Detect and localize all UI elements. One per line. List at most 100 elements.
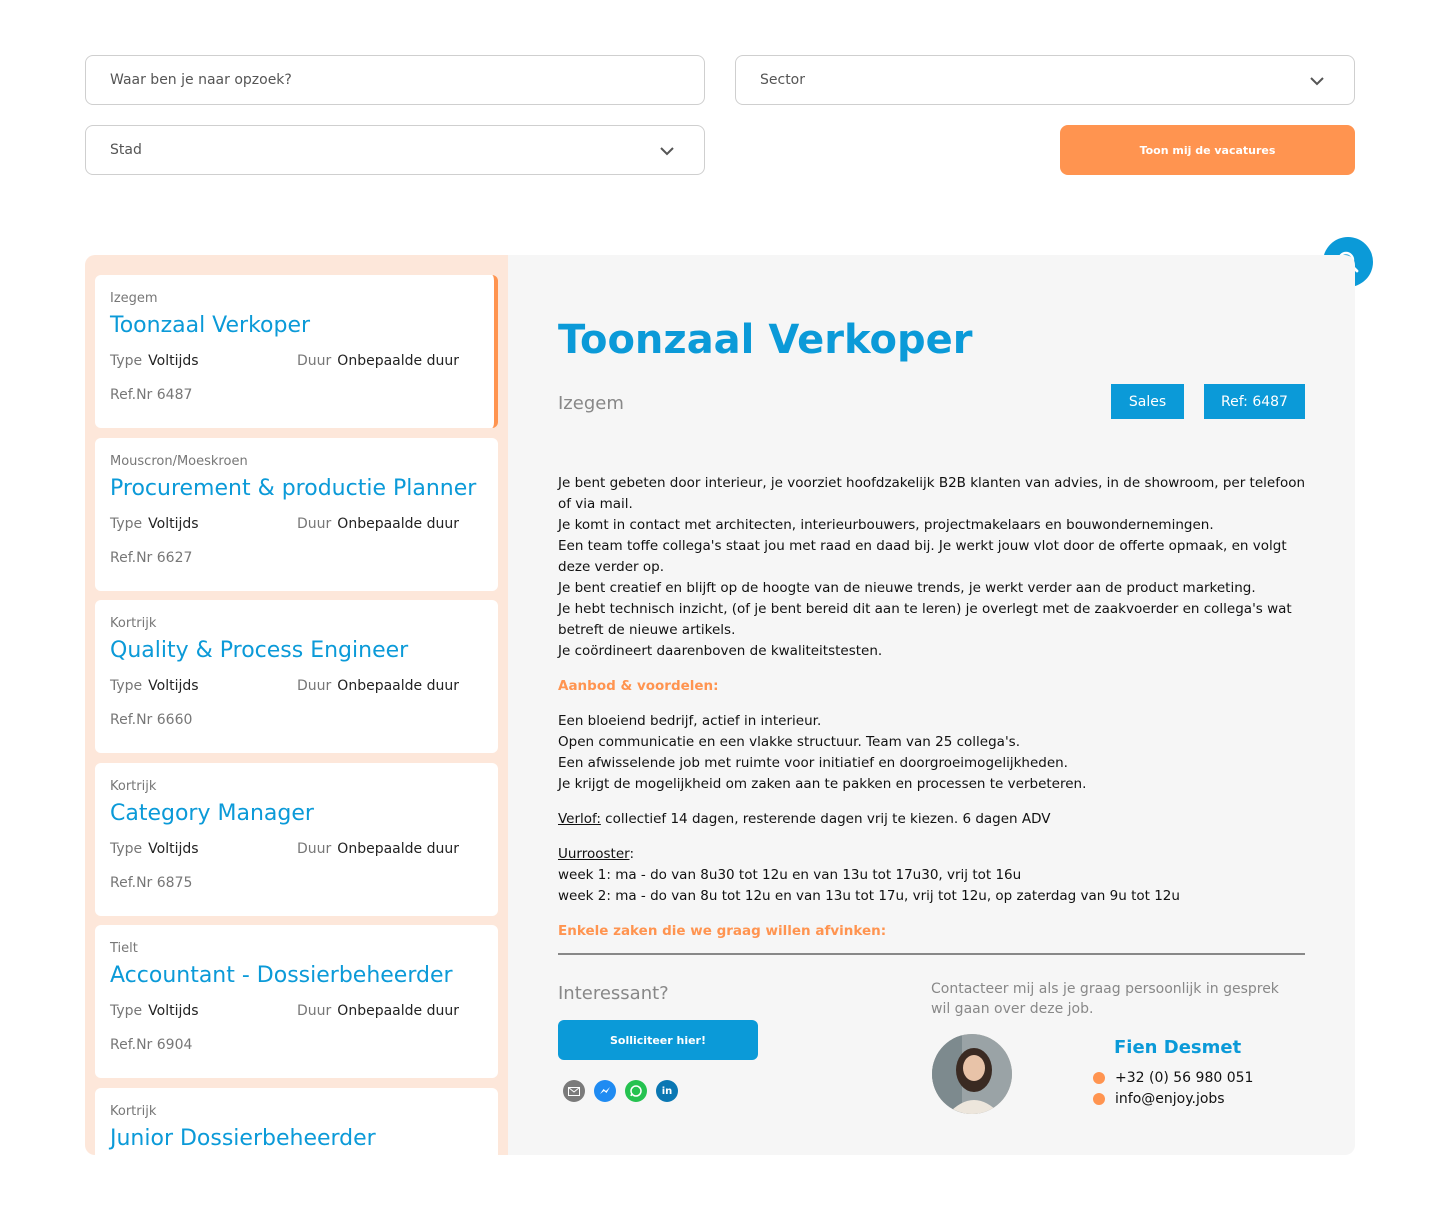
- type-label: Type: [110, 678, 143, 694]
- job-city: Kortrijk: [110, 616, 157, 631]
- stad-select-value: Stad: [110, 142, 142, 158]
- job-ref: Ref.Nr 6875: [110, 875, 483, 891]
- duur-label: Duur: [297, 678, 332, 694]
- offer-line: Open communicatie en een vlakke structuu…: [558, 734, 1020, 750]
- linkedin-icon: in: [661, 1085, 673, 1097]
- checklist-heading: Enkele zaken die we graag willen afvinke…: [558, 923, 887, 939]
- description-line: Je bent creatief en blijft op de hoogte …: [558, 580, 1256, 596]
- show-vacancies-button[interactable]: Toon mij de vacatures: [1060, 125, 1355, 175]
- job-city: Mouscron/Moeskroen: [110, 454, 248, 469]
- job-duur: Onbepaalde duur: [337, 516, 459, 532]
- job-title[interactable]: Category Manager: [110, 799, 483, 829]
- job-card[interactable]: Tielt Accountant - Dossierbeheerder Type…: [95, 925, 498, 1078]
- job-ref: Ref.Nr 6660: [110, 712, 483, 728]
- job-type: Voltijds: [148, 353, 199, 369]
- contact-phone-value[interactable]: +32 (0) 56 980 051: [1115, 1070, 1253, 1086]
- job-ref: Ref.Nr 6904: [110, 1037, 483, 1053]
- divider: [558, 953, 1305, 955]
- ref-label: Ref.Nr: [110, 550, 153, 566]
- messenger-share-button[interactable]: [594, 1080, 616, 1102]
- offer-line: Je krijgt de mogelijkheid om zaken aan t…: [558, 776, 1087, 792]
- chevron-down-icon: [1310, 77, 1324, 86]
- whatsapp-share-button[interactable]: [625, 1080, 647, 1102]
- job-title[interactable]: Accountant - Dossierbeheerder: [110, 961, 483, 991]
- mail-icon: [568, 1086, 580, 1096]
- description-line: Je coördineert daarenboven de kwaliteits…: [558, 643, 883, 659]
- ref-number: 6904: [156, 1037, 193, 1053]
- job-city: Kortrijk: [110, 779, 157, 794]
- verlof-line: Verlof: collectief 14 dagen, resterende …: [558, 809, 1308, 830]
- job-title[interactable]: Toonzaal Verkoper: [110, 311, 479, 341]
- job-type: Voltijds: [148, 678, 199, 694]
- job-card[interactable]: Izegem Toonzaal Verkoper Type Voltijds Du…: [95, 275, 498, 428]
- contact-text: Contacteer mij als je graag persoonlijk …: [931, 981, 1279, 1017]
- contact-name: Fien Desmet: [1114, 1037, 1242, 1058]
- job-city: Izegem: [110, 291, 158, 306]
- bullet-icon: [1093, 1093, 1105, 1105]
- uurrooster-colon: :: [629, 846, 635, 862]
- job-card[interactable]: Kortrijk Junior Dossierbeheerder: [95, 1088, 498, 1155]
- ref-number: 6627: [156, 550, 193, 566]
- duur-label: Duur: [297, 841, 332, 857]
- job-list[interactable]: Izegem Toonzaal Verkoper Type Voltijds Du…: [85, 255, 508, 1155]
- stad-select[interactable]: Stad: [85, 125, 705, 175]
- job-title[interactable]: Junior Dossierbeheerder: [110, 1124, 483, 1154]
- description-line: Een team toffe collega's staat jou met r…: [558, 538, 1287, 575]
- job-city: Kortrijk: [110, 1104, 157, 1119]
- job-city: Tielt: [110, 941, 138, 956]
- contact-phone[interactable]: +32 (0) 56 980 051: [1093, 1070, 1253, 1086]
- type-label: Type: [110, 1003, 143, 1019]
- type-label: Type: [110, 353, 143, 369]
- ref-number: 6660: [156, 712, 193, 728]
- duur-label: Duur: [297, 516, 332, 532]
- chevron-down-icon: [660, 147, 674, 156]
- interessant-heading: Interessant?: [558, 983, 669, 1004]
- linkedin-share-button[interactable]: in: [656, 1080, 678, 1102]
- ref-number: 6487: [156, 387, 193, 403]
- search-field[interactable]: [85, 55, 705, 105]
- uurrooster-line: Uurrooster:: [558, 844, 1308, 865]
- job-duur: Onbepaalde duur: [337, 678, 459, 694]
- contact-email[interactable]: info@enjoy.jobs: [1093, 1091, 1225, 1107]
- offer-line: Een bloeiend bedrijf, actief in interieu…: [558, 713, 822, 729]
- sector-select[interactable]: Sector: [735, 55, 1355, 105]
- job-type: Voltijds: [148, 841, 199, 857]
- vacancy-viewer: Izegem Toonzaal Verkoper Type Voltijds Du…: [85, 255, 1355, 1155]
- verlof-text: collectief 14 dagen, resterende dagen vr…: [600, 811, 1051, 827]
- ref-label: Ref.Nr: [110, 387, 153, 403]
- uurrooster-label: Uurrooster: [558, 846, 630, 862]
- week1-line: week 1: ma - do van 8u30 tot 12u en van …: [558, 867, 1022, 883]
- ref-label: Ref.Nr: [110, 1037, 153, 1053]
- job-duur: Onbepaalde duur: [337, 841, 459, 857]
- detail-title: Toonzaal Verkoper: [558, 317, 973, 363]
- duur-label: Duur: [297, 1003, 332, 1019]
- duur-label: Duur: [297, 353, 332, 369]
- ref-label: Ref.Nr: [110, 712, 153, 728]
- type-label: Type: [110, 516, 143, 532]
- job-ref: Ref.Nr 6627: [110, 550, 483, 566]
- detail-city: Izegem: [558, 393, 624, 414]
- job-title[interactable]: Quality & Process Engineer: [110, 636, 483, 666]
- contact-avatar: [932, 1034, 1012, 1114]
- offer-line: Een afwisselende job met ruimte voor ini…: [558, 755, 1068, 771]
- bullet-icon: [1093, 1072, 1105, 1084]
- apply-button[interactable]: Solliciteer hier!: [558, 1020, 758, 1060]
- job-description: Je bent gebeten door interieur, je voorz…: [558, 473, 1308, 956]
- description-line: Je bent gebeten door interieur, je voorz…: [558, 475, 1306, 512]
- sector-select-value: Sector: [760, 72, 806, 88]
- job-duur: Onbepaalde duur: [337, 353, 459, 369]
- description-line: Je hebt technisch inzicht, (of je bent b…: [558, 601, 1292, 638]
- contact-email-value[interactable]: info@enjoy.jobs: [1115, 1091, 1225, 1107]
- job-ref: Ref.Nr 6487: [110, 387, 479, 403]
- type-label: Type: [110, 841, 143, 857]
- job-card[interactable]: Kortrijk Quality & Process Engineer Type…: [95, 600, 498, 753]
- job-card[interactable]: Mouscron/Moeskroen Procurement & product…: [95, 438, 498, 591]
- mail-share-button[interactable]: [563, 1080, 585, 1102]
- description-line: Je komt in contact met architecten, inte…: [558, 517, 1214, 533]
- offer-heading: Aanbod & voordelen:: [558, 678, 719, 694]
- job-card[interactable]: Kortrijk Category Manager Type Voltijds D…: [95, 763, 498, 916]
- job-title[interactable]: Procurement & productie Planner: [110, 474, 483, 504]
- messenger-icon: [600, 1087, 610, 1094]
- search-input[interactable]: [110, 72, 680, 88]
- job-type: Voltijds: [148, 1003, 199, 1019]
